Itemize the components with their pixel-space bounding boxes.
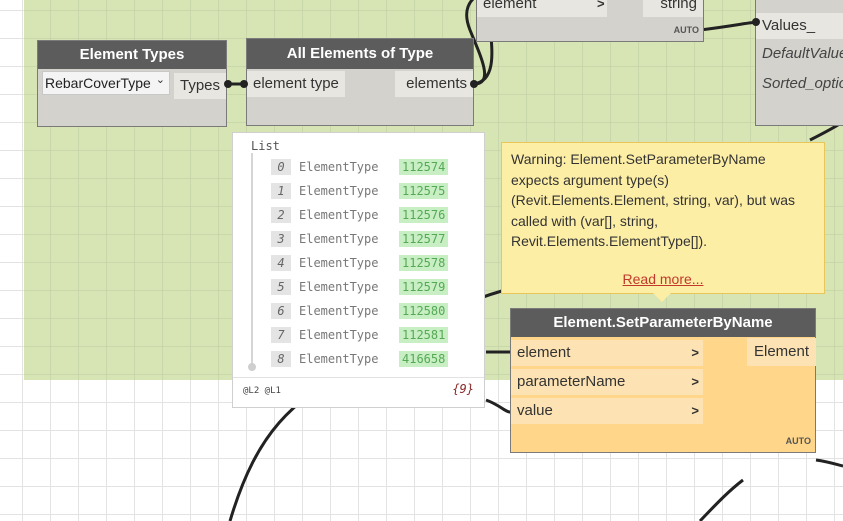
list-index: 5: [271, 279, 291, 295]
list-item-value: 416658: [399, 351, 449, 367]
list-index: 4: [271, 255, 291, 271]
port-label: value: [517, 402, 553, 419]
dropdown-value: RebarCoverType: [45, 75, 151, 91]
element-types-node[interactable]: Element Types RebarCoverType ⌄ Types: [37, 40, 227, 127]
auto-label: AUTO: [673, 25, 699, 35]
port-dot: [224, 80, 232, 88]
list-index: 1: [271, 183, 291, 199]
preview-divider: [233, 377, 484, 378]
input-port[interactable]: Sorted_optio: [756, 71, 843, 97]
chevron-right-icon: >: [691, 345, 699, 360]
wire-right-top: [699, 20, 761, 32]
warning-text-line: (Revit.Elements.Element, string, var), b…: [511, 192, 795, 208]
warning-bubble-pointer: [653, 293, 671, 302]
port-label: element: [517, 344, 571, 361]
port-dot: [240, 80, 248, 88]
wire-to-value-port: [485, 398, 511, 414]
list-item-type: ElementType: [299, 160, 379, 174]
list-item-type: ElementType: [299, 208, 379, 222]
wire-bottom-right: [698, 478, 744, 521]
elements-output-port[interactable]: elements: [395, 71, 473, 97]
list-item-type: ElementType: [299, 232, 379, 246]
warning-bubble: Warning: Element.SetParameterByName expe…: [501, 142, 825, 294]
list-item-value: 112574: [399, 159, 449, 175]
warning-text-line: expects argument type(s): [511, 171, 669, 188]
set-parameter-by-name-node[interactable]: Element.SetParameterByName element > par…: [510, 308, 816, 453]
list-item-type: ElementType: [299, 328, 379, 342]
list-item-type: ElementType: [299, 280, 379, 294]
list-rail: [251, 153, 253, 365]
list-item-type: ElementType: [299, 256, 379, 270]
input-port[interactable]: DefaultValue: [756, 41, 843, 67]
list-index: 6: [271, 303, 291, 319]
list-count: {9}: [452, 382, 474, 396]
list-item-value: 112579: [399, 279, 449, 295]
list-index: 0: [271, 159, 291, 175]
list-item-value: 112575: [399, 183, 449, 199]
list-index: 3: [271, 231, 291, 247]
node-title: All Elements of Type: [247, 39, 473, 69]
list-item-type: ElementType: [299, 184, 379, 198]
list-levels[interactable]: @L2 @L1: [243, 386, 281, 396]
element-input-port[interactable]: element >: [511, 340, 703, 366]
types-output-port[interactable]: Types: [174, 73, 226, 99]
list-rail-end: [248, 363, 256, 371]
list-item-value: 112578: [399, 255, 449, 271]
list-index: 7: [271, 327, 291, 343]
warning-text-line: called with (var[], string,: [511, 212, 659, 229]
top-node-element-port[interactable]: element: [477, 0, 607, 17]
node-preview-bubble[interactable]: List 0 ElementType 112574 1 ElementType 1125…: [232, 132, 485, 408]
chevron-down-icon: ⌄: [155, 74, 165, 86]
element-type-input-port[interactable]: element type: [247, 71, 345, 97]
right-partial-node[interactable]: Values_ DefaultValue Sorted_optio: [755, 0, 843, 126]
list-item-value: 112581: [399, 327, 449, 343]
top-partial-node[interactable]: element > string AUTO: [476, 0, 704, 42]
list-index: 8: [271, 351, 291, 367]
node-title: Element.SetParameterByName: [511, 309, 815, 337]
parameter-name-input-port[interactable]: parameterName >: [511, 369, 703, 395]
node-title: Element Types: [38, 41, 226, 69]
list-item-value: 112577: [399, 231, 449, 247]
chevron-right-icon: >: [691, 403, 699, 418]
input-port[interactable]: Values_: [756, 13, 843, 39]
top-node-string-port[interactable]: string: [643, 0, 703, 17]
chevron-right-icon: >: [597, 0, 605, 11]
list-index: 2: [271, 207, 291, 223]
read-more-link[interactable]: Read more...: [502, 269, 824, 290]
value-input-port[interactable]: value >: [511, 398, 703, 424]
port-dot: [470, 80, 478, 88]
port-dot: [752, 18, 760, 26]
all-elements-of-type-node[interactable]: All Elements of Type element type elemen…: [246, 38, 474, 126]
list-item-value: 112580: [399, 303, 449, 319]
chevron-right-icon: >: [691, 374, 699, 389]
element-type-dropdown[interactable]: RebarCoverType ⌄: [42, 71, 170, 95]
list-title: List: [251, 139, 280, 153]
port-label: parameterName: [517, 373, 626, 390]
list-item-value: 112576: [399, 207, 449, 223]
auto-label: AUTO: [785, 436, 811, 446]
element-output-port[interactable]: Element: [747, 338, 816, 366]
list-item-type: ElementType: [299, 352, 379, 366]
warning-text-line: Revit.Elements.ElementType[]).: [511, 233, 708, 249]
warning-text-line: Warning: Element.SetParameterByName: [511, 151, 766, 167]
list-item-type: ElementType: [299, 304, 379, 318]
wire-output-right: [815, 458, 843, 468]
